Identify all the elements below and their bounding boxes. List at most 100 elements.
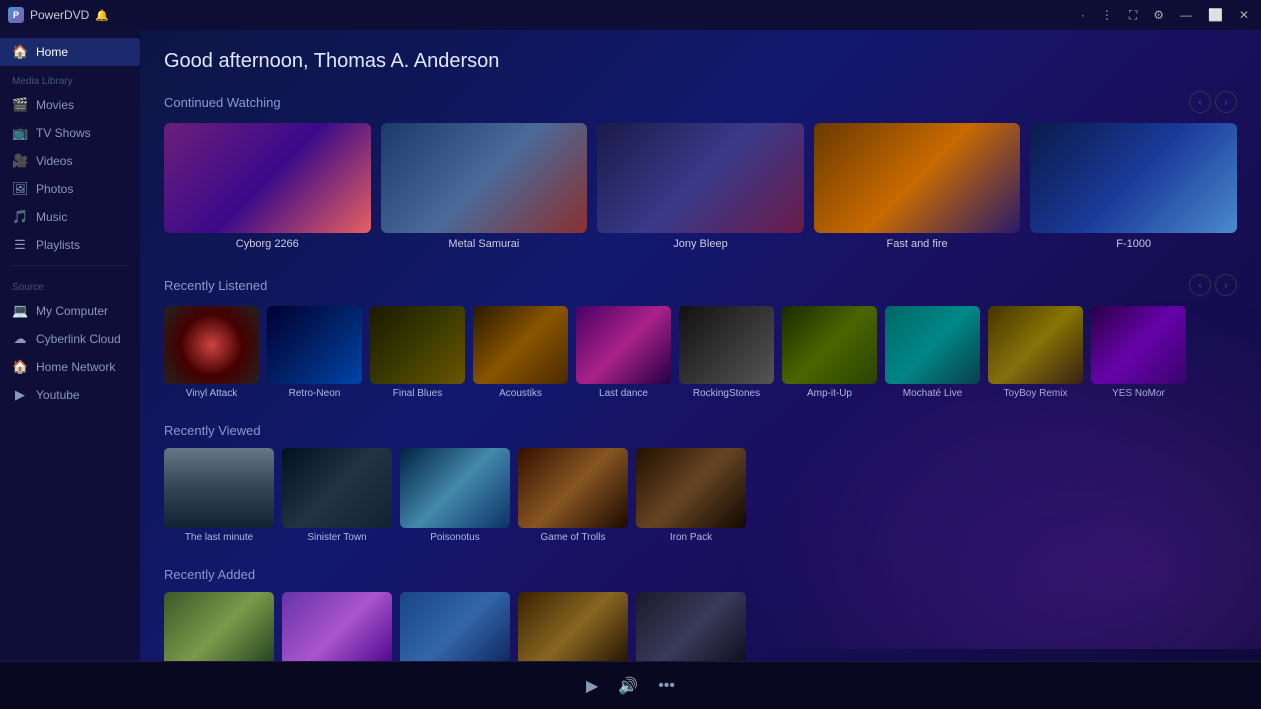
viewed-item[interactable]: Iron Pack [636, 448, 746, 543]
sidebar-item-cyberlink-cloud[interactable]: ☁ Cyberlink Cloud [0, 325, 140, 353]
app-logo: P [8, 7, 24, 23]
sidebar-item-home[interactable]: 🏠 Home [0, 38, 140, 66]
network-icon: 🏠 [12, 359, 28, 375]
watching-thumb [381, 123, 588, 233]
sidebar-movies-label: Movies [36, 98, 74, 112]
content-area: Good afternoon, Thomas A. Anderson Conti… [140, 30, 1261, 661]
viewed-item[interactable]: Poisonotus [400, 448, 510, 543]
volume-button[interactable]: 🔊 [618, 676, 638, 696]
music-item[interactable]: ToyBoy Remix [988, 306, 1083, 399]
viewed-label: The last minute [164, 532, 274, 543]
titlebar-maximize-button[interactable]: ⬜ [1204, 6, 1227, 24]
music-item[interactable]: Last dance [576, 306, 671, 399]
sidebar-item-playlists[interactable]: ☰ Playlists [0, 231, 140, 259]
music-item[interactable]: YES NoMor [1091, 306, 1186, 399]
sidebar-item-movies[interactable]: 🎬 Movies [0, 91, 140, 119]
added-item[interactable] [400, 592, 510, 661]
sidebar: 🏠 Home Media Library 🎬 Movies 📺 TV Shows… [0, 30, 140, 661]
watching-prev-button[interactable]: ‹ [1189, 91, 1211, 113]
music-item[interactable]: RockingStones [679, 306, 774, 399]
music-item[interactable]: Retro-Neon [267, 306, 362, 399]
recently-added-header: Recently Added [164, 567, 1237, 582]
sidebar-item-youtube[interactable]: ▶ Youtube [0, 381, 140, 409]
sidebar-item-tv-shows[interactable]: 📺 TV Shows [0, 119, 140, 147]
watching-item[interactable]: Metal Samurai [381, 123, 588, 250]
music-thumb [988, 306, 1083, 384]
continued-watching-title: Continued Watching [164, 95, 281, 110]
sidebar-music-label: Music [36, 210, 67, 224]
youtube-icon: ▶ [12, 387, 28, 403]
watching-item[interactable]: F-1000 [1030, 123, 1237, 250]
watching-item[interactable]: Jony Bleep [597, 123, 804, 250]
viewed-thumb [164, 448, 274, 528]
added-thumb [282, 592, 392, 661]
music-item[interactable]: Acoustiks [473, 306, 568, 399]
home-icon: 🏠 [12, 44, 28, 60]
added-thumb [636, 592, 746, 661]
music-item[interactable]: Final Blues [370, 306, 465, 399]
music-label: RockingStones [679, 388, 774, 399]
recently-viewed-header: Recently Viewed [164, 423, 1237, 438]
music-label: Acoustiks [473, 388, 568, 399]
added-item[interactable] [282, 592, 392, 661]
sidebar-item-my-computer[interactable]: 💻 My Computer [0, 297, 140, 325]
titlebar-share-icon[interactable]: ⋮ [1097, 6, 1117, 24]
added-item[interactable] [164, 592, 274, 661]
sidebar-item-music[interactable]: 🎵 Music [0, 203, 140, 231]
titlebar-close-button[interactable]: ✕ [1235, 6, 1253, 24]
sidebar-source-label: Source [0, 272, 140, 297]
sidebar-media-library-label: Media Library [0, 66, 140, 91]
listened-nav: ‹ › [1189, 274, 1237, 296]
viewed-thumb [518, 448, 628, 528]
watching-label: Metal Samurai [381, 238, 588, 250]
play-button[interactable]: ▶ [586, 676, 598, 696]
titlebar-window-icon[interactable]: ⛶ [1125, 6, 1141, 25]
sidebar-videos-label: Videos [36, 154, 72, 168]
sidebar-item-photos[interactable]: 🖼 Photos [0, 175, 140, 203]
playlists-icon: ☰ [12, 237, 28, 253]
sidebar-item-videos[interactable]: 🎥 Videos [0, 147, 140, 175]
added-item[interactable] [518, 592, 628, 661]
continued-watching-grid: Cyborg 2266 Metal Samurai Jony Bleep Fas… [164, 123, 1237, 250]
watching-label: Jony Bleep [597, 238, 804, 250]
watching-thumb [164, 123, 371, 233]
viewed-item[interactable]: The last minute [164, 448, 274, 543]
viewed-label: Sinister Town [282, 532, 392, 543]
music-label: Mochaté Live [885, 388, 980, 399]
sidebar-photos-label: Photos [36, 182, 73, 196]
recently-viewed-title: Recently Viewed [164, 423, 261, 438]
music-thumb [679, 306, 774, 384]
viewed-item[interactable]: Game of Trolls [518, 448, 628, 543]
watching-next-button[interactable]: › [1215, 91, 1237, 113]
titlebar-dot-icon[interactable]: · [1077, 6, 1089, 24]
added-item[interactable] [636, 592, 746, 661]
music-item[interactable]: Mochaté Live [885, 306, 980, 399]
watching-label: Fast and fire [814, 238, 1021, 250]
watching-thumb [1030, 123, 1237, 233]
watching-label: Cyborg 2266 [164, 238, 371, 250]
music-thumb [885, 306, 980, 384]
sidebar-home-label: Home [36, 45, 68, 59]
music-thumb [1091, 306, 1186, 384]
titlebar-settings-icon[interactable]: ⚙ [1149, 6, 1168, 24]
videos-icon: 🎥 [12, 153, 28, 169]
more-button[interactable]: ••• [658, 677, 675, 695]
main-layout: 🏠 Home Media Library 🎬 Movies 📺 TV Shows… [0, 30, 1261, 661]
listened-next-button[interactable]: › [1215, 274, 1237, 296]
sidebar-youtube-label: Youtube [36, 388, 80, 402]
music-item[interactable]: Vinyl Attack [164, 306, 259, 399]
watching-item[interactable]: Fast and fire [814, 123, 1021, 250]
listened-prev-button[interactable]: ‹ [1189, 274, 1211, 296]
recently-listened-grid: Vinyl Attack Retro-Neon Final Blues Acou… [164, 306, 1237, 399]
music-item[interactable]: Amp-it-Up [782, 306, 877, 399]
watching-item[interactable]: Cyborg 2266 [164, 123, 371, 250]
sidebar-item-home-network[interactable]: 🏠 Home Network [0, 353, 140, 381]
added-thumb [400, 592, 510, 661]
music-thumb [782, 306, 877, 384]
viewed-item[interactable]: Sinister Town [282, 448, 392, 543]
titlebar-minimize-button[interactable]: — [1176, 6, 1196, 24]
viewed-label: Game of Trolls [518, 532, 628, 543]
computer-icon: 💻 [12, 303, 28, 319]
cloud-icon: ☁ [12, 331, 28, 347]
titlebar: P PowerDVD 🔔 · ⋮ ⛶ ⚙ — ⬜ ✕ [0, 0, 1261, 30]
